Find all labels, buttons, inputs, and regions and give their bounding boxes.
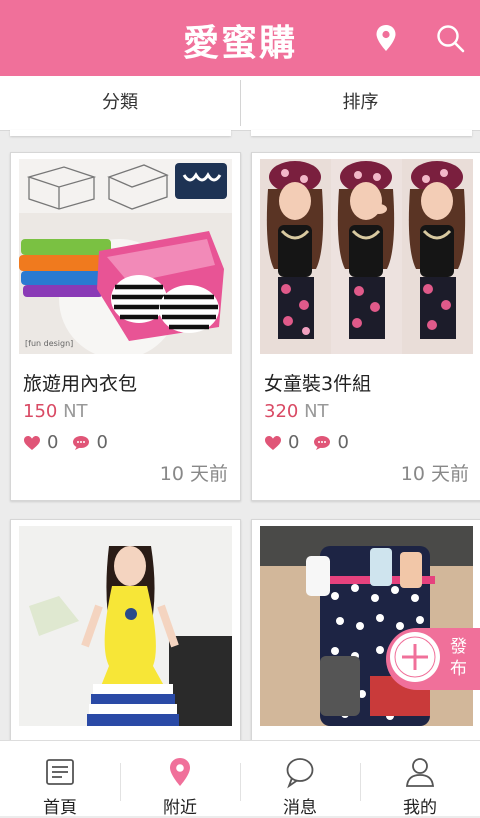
- heart-icon[interactable]: [264, 435, 282, 451]
- product-price: 150 NT: [23, 401, 88, 422]
- publish-label: 發布: [450, 637, 467, 679]
- product-image: [260, 526, 473, 726]
- product-title: 女童裝3件組: [264, 373, 372, 395]
- app-title: 愛蜜購: [182, 22, 297, 64]
- product-card[interactable]: [10, 519, 241, 751]
- comment-icon[interactable]: [72, 435, 90, 451]
- comment-count: 0: [96, 432, 108, 453]
- card-edge: [10, 130, 231, 136]
- product-image: [fun design]: [19, 159, 232, 354]
- nav-label: 首頁: [43, 798, 77, 818]
- app-header: 愛蜜購: [0, 0, 480, 76]
- product-stats: 0 0: [264, 432, 349, 453]
- card-edge: [251, 130, 472, 136]
- message-icon: [286, 758, 314, 789]
- price-currency: NT: [304, 401, 329, 422]
- girls-outfit-photo: [260, 159, 473, 354]
- location-pin-icon: [170, 758, 190, 786]
- profile-icon: [406, 758, 434, 787]
- nav-messages[interactable]: 消息: [240, 741, 360, 818]
- location-pin-icon[interactable]: [370, 22, 402, 54]
- nav-label: 附近: [163, 798, 197, 818]
- product-stats: 0 0: [23, 432, 108, 453]
- like-count: 0: [47, 432, 59, 453]
- plus-icon: [394, 636, 436, 678]
- category-filter-button[interactable]: 分類: [0, 76, 240, 130]
- publish-button[interactable]: 發布: [386, 628, 480, 690]
- product-image: [260, 159, 473, 354]
- girl-dress-photo: [19, 526, 232, 726]
- product-price: 320 NT: [264, 401, 329, 422]
- product-card[interactable]: [fun design] 旅遊用內衣包 150 NT 0 0 10 天前: [10, 152, 241, 501]
- home-icon: [46, 759, 74, 785]
- product-title: 旅遊用內衣包: [23, 373, 138, 395]
- product-card[interactable]: 女童裝3件組 320 NT 0 0 10 天前: [251, 152, 480, 501]
- price-value: 320: [264, 401, 299, 422]
- nav-home[interactable]: 首頁: [0, 741, 120, 818]
- search-icon[interactable]: [434, 22, 466, 54]
- comment-count: 0: [337, 432, 349, 453]
- nav-profile[interactable]: 我的: [360, 741, 480, 818]
- posted-time: 10 天前: [159, 463, 228, 485]
- posted-time: 10 天前: [400, 463, 469, 485]
- lingerie-bag-photo: [19, 159, 232, 354]
- thumb-watermark: [fun design]: [25, 339, 74, 348]
- sort-filter-button[interactable]: 排序: [241, 76, 480, 130]
- publish-circle: [390, 632, 440, 682]
- price-currency: NT: [63, 401, 88, 422]
- nav-label: 消息: [283, 798, 317, 818]
- nav-nearby[interactable]: 附近: [120, 741, 240, 818]
- heart-icon[interactable]: [23, 435, 41, 451]
- product-image: [19, 526, 232, 726]
- nav-label: 我的: [403, 798, 437, 818]
- filter-bar: 分類 排序: [0, 76, 480, 131]
- price-value: 150: [23, 401, 58, 422]
- car-seat-organizer-photo: [260, 526, 473, 726]
- comment-icon[interactable]: [313, 435, 331, 451]
- like-count: 0: [288, 432, 300, 453]
- bottom-nav: 首頁 附近 消息 我的: [0, 740, 480, 818]
